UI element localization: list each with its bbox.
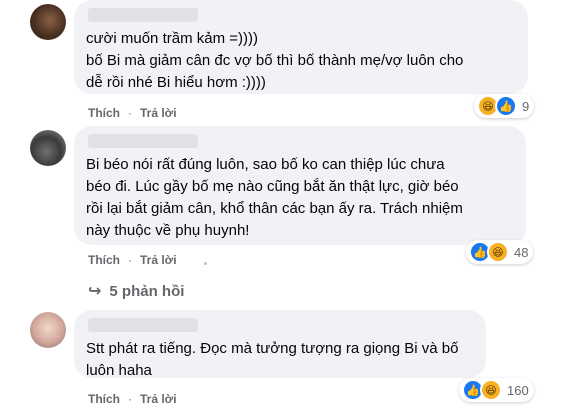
reaction-count: 9 xyxy=(522,98,530,114)
comment-text: Stt phát ra tiếng. Đọc mà tưởng tượng ra… xyxy=(86,340,459,379)
reaction-summary[interactable]: 👍 😆 160 xyxy=(459,378,534,402)
separator-dot: · xyxy=(128,392,132,406)
comment-bubble: Stt phát ra tiếng. Đọc mà tưởng tượng ra… xyxy=(74,310,486,379)
separator-dot: · xyxy=(128,253,132,267)
reaction-summary[interactable]: 😆 👍 9 xyxy=(474,94,535,118)
replies-label: 5 phản hồi xyxy=(109,282,185,300)
reply-arrow-icon: ↪ xyxy=(88,283,102,300)
commenter-name-redacted[interactable] xyxy=(88,134,198,148)
comment-bubble: Bi béo nói rất đúng luôn, sao bố ko can … xyxy=(74,126,526,245)
comment-bubble: cười muốn trầm kảm =)))) bố Bi mà giảm c… xyxy=(74,0,528,94)
comment-actions: Thích · Trả lời xyxy=(88,253,177,267)
commenter-name-redacted[interactable] xyxy=(88,318,198,332)
comment-text: Bi béo nói rất đúng luôn, sao bố ko can … xyxy=(86,156,463,239)
view-replies-link[interactable]: ↪ 5 phản hồi xyxy=(88,281,184,301)
like-link[interactable]: Thích xyxy=(88,253,120,267)
decorative-dot xyxy=(204,262,207,265)
like-link[interactable]: Thích xyxy=(88,106,120,120)
reaction-count: 48 xyxy=(514,244,529,260)
comment-actions: Thích · Trả lời xyxy=(88,392,177,406)
reply-link[interactable]: Trả lời xyxy=(140,392,177,406)
reaction-summary[interactable]: 👍 😆 48 xyxy=(466,240,534,264)
reaction-count: 160 xyxy=(507,382,529,398)
reply-link[interactable]: Trả lời xyxy=(140,253,177,267)
haha-icon: 😆 xyxy=(487,241,509,263)
commenter-avatar[interactable] xyxy=(30,130,66,166)
reply-link[interactable]: Trả lời xyxy=(140,106,177,120)
comment-text: cười muốn trầm kảm =)))) bố Bi mà giảm c… xyxy=(86,30,464,91)
haha-icon: 😆 xyxy=(480,379,502,401)
commenter-name-redacted[interactable] xyxy=(88,8,198,22)
like-icon: 👍 xyxy=(495,95,517,117)
comment-actions: Thích · Trả lời xyxy=(88,106,177,120)
commenter-avatar[interactable] xyxy=(30,4,66,40)
like-link[interactable]: Thích xyxy=(88,392,120,406)
separator-dot: · xyxy=(128,106,132,120)
commenter-avatar[interactable] xyxy=(30,312,66,348)
